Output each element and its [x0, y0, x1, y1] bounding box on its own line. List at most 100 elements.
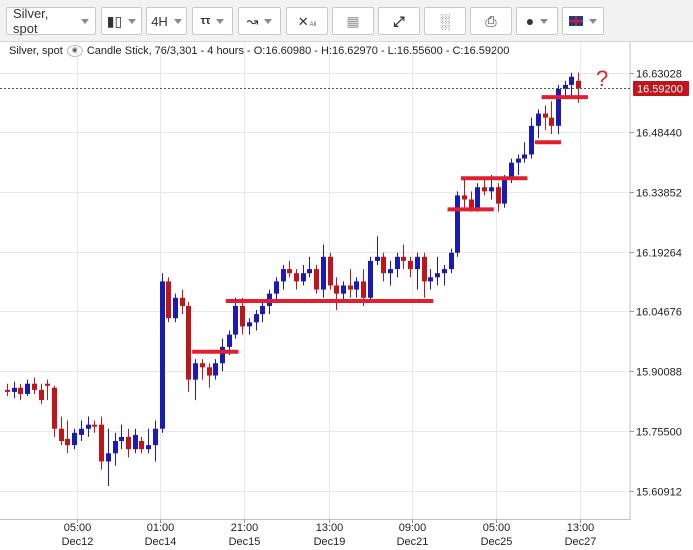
candle-body — [186, 305, 191, 380]
candle-body — [180, 297, 185, 306]
candle-body — [5, 389, 10, 392]
candle-up — [455, 191, 460, 257]
candle-body — [415, 256, 420, 270]
candle-up — [569, 72, 574, 98]
candle-body — [482, 187, 487, 192]
candle-up — [247, 318, 252, 335]
candle-body — [388, 269, 393, 274]
candle-up — [193, 359, 198, 401]
candle-body — [133, 434, 138, 450]
candlestick-chart: 16.63028 16.48440 16.33852 16.19264 16.04676… — [0, 42, 689, 549]
candle-body — [294, 273, 299, 282]
x-tick-date-label: Dec21 — [397, 536, 429, 548]
candle-up — [428, 269, 433, 290]
candle-up — [213, 359, 218, 380]
candle-body — [45, 383, 50, 386]
candle-body — [395, 256, 400, 270]
candle-up — [307, 256, 312, 278]
y-tick-label: 16.33852 — [636, 188, 682, 200]
candle-down — [549, 101, 554, 135]
x-tick-time-label: 09:00 — [399, 522, 427, 534]
candle-down — [180, 289, 185, 315]
candle-body — [287, 269, 292, 274]
x-tick-time-label: 13:00 — [567, 522, 595, 534]
x-tick-date-label: Dec19 — [314, 536, 346, 548]
candle-down — [328, 252, 333, 290]
candle-body — [139, 441, 144, 450]
y-tick-label: 16.48440 — [636, 128, 682, 140]
candle-body — [146, 445, 151, 450]
candle-body — [274, 281, 279, 294]
candle-body — [39, 389, 44, 401]
candle-down — [294, 269, 299, 290]
candle-down — [200, 359, 205, 380]
y-tick-label: 16.63028 — [636, 69, 682, 81]
candle-down — [5, 383, 10, 396]
y-tick-label: 15.75500 — [636, 427, 682, 439]
candle-body — [200, 363, 205, 368]
candle-body — [52, 387, 57, 429]
candle-body — [126, 436, 131, 450]
candle-down — [139, 436, 144, 454]
candle-body — [193, 363, 198, 380]
candle-body — [113, 441, 118, 454]
x-tick-date-label: Dec12 — [62, 536, 94, 548]
candle-body — [375, 256, 380, 261]
candle-body — [321, 256, 326, 290]
candle-up — [415, 252, 420, 290]
candle-body — [401, 256, 406, 261]
candle-body — [536, 113, 541, 126]
candle-body — [408, 260, 413, 270]
candle-body — [469, 199, 474, 208]
candle-body — [220, 346, 225, 364]
candle-body — [455, 195, 460, 253]
candle-up — [146, 428, 151, 454]
candle-body — [32, 383, 37, 390]
candle-body — [422, 256, 427, 282]
candle-down — [314, 265, 319, 294]
candle-down — [45, 379, 50, 401]
x-tick-time-label: 13:00 — [316, 522, 344, 534]
y-tick-label: 15.60912 — [636, 487, 682, 499]
candle-up — [260, 301, 265, 323]
candle-down — [186, 301, 191, 392]
axes: 16.63028 16.48440 16.33852 16.19264 16.04676… — [62, 69, 682, 549]
candle-up — [536, 109, 541, 139]
candle-body — [25, 383, 30, 394]
candle-body — [502, 179, 507, 204]
candle-body — [281, 269, 286, 282]
candle-body — [119, 436, 124, 442]
y-tick-label: 16.04676 — [636, 307, 682, 319]
candle-body — [496, 187, 501, 204]
candle-up — [354, 277, 359, 298]
candle-body — [301, 273, 306, 282]
candle-body — [475, 187, 480, 208]
candle-up — [133, 428, 138, 454]
candle-down — [334, 277, 339, 311]
candle-up — [274, 277, 279, 302]
candle-body — [240, 305, 245, 327]
candle-body — [435, 273, 440, 278]
candle-down — [126, 428, 131, 458]
candle-up — [516, 154, 521, 175]
candles — [5, 72, 581, 487]
candle-body — [328, 256, 333, 286]
candle-body — [307, 269, 312, 274]
candle-up — [375, 236, 380, 266]
candle-body — [361, 281, 366, 298]
candle-down — [32, 377, 37, 394]
candle-body — [99, 424, 104, 462]
candle-body — [166, 281, 171, 319]
x-tick-time-label: 21:00 — [231, 522, 259, 534]
candle-body — [153, 428, 158, 446]
candle-body — [529, 125, 534, 155]
x-tick-time-label: 01:00 — [147, 522, 175, 534]
candle-body — [59, 428, 64, 442]
candle-down — [287, 260, 292, 278]
candle-body — [173, 297, 178, 319]
candle-body — [213, 363, 218, 376]
candle-body — [569, 76, 574, 85]
x-tick-date-label: Dec14 — [145, 536, 177, 548]
candle-down — [348, 269, 353, 298]
candle-body — [314, 269, 319, 290]
